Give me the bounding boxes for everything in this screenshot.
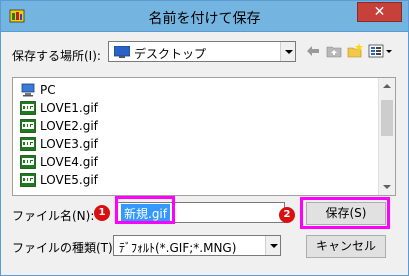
list-item-label: LOVE4.gif bbox=[40, 155, 98, 169]
list-item-label: PC bbox=[40, 83, 56, 97]
dialog-title: 名前を付けて保存 bbox=[148, 11, 261, 27]
save-as-dialog: 名前を付けて保存 ✕ 保存する場所(I): デスクトップ PC LOVE1.gi… bbox=[0, 0, 409, 276]
list-item-label: LOVE1.gif bbox=[40, 101, 98, 115]
file-list-scrollbar[interactable] bbox=[378, 78, 395, 195]
file-list[interactable]: PC LOVE1.gif LOVE2.gif LOVE3.gif LOVE4.g… bbox=[12, 77, 396, 196]
up-folder-icon[interactable] bbox=[326, 43, 342, 59]
dialog-body: 保存する場所(I): デスクトップ PC LOVE1.gif LOVE2.gif… bbox=[7, 32, 402, 270]
close-icon: ✕ bbox=[373, 4, 386, 20]
computer-icon bbox=[20, 83, 36, 97]
chevron-down-icon[interactable] bbox=[265, 236, 280, 255]
new-folder-icon[interactable] bbox=[347, 43, 363, 59]
gif-file-icon bbox=[20, 137, 36, 151]
list-item-label: LOVE2.gif bbox=[40, 119, 98, 133]
title-bar[interactable]: 名前を付けて保存 ✕ bbox=[1, 1, 408, 32]
filename-label: ファイル名(N): bbox=[12, 209, 95, 223]
gif-file-icon bbox=[20, 101, 36, 115]
desktop-icon bbox=[113, 45, 131, 58]
marker-2: 2 bbox=[279, 207, 295, 223]
gif-file-icon bbox=[20, 173, 36, 187]
list-item-label: LOVE5.gif bbox=[40, 173, 98, 187]
filetype-value: ﾃﾞﾌｫﾙﾄ(*.GIF;*.MNG) bbox=[119, 241, 237, 255]
scroll-down-icon[interactable] bbox=[379, 178, 395, 195]
save-location-value: デスクトップ bbox=[134, 47, 207, 61]
gif-file-icon bbox=[20, 155, 36, 169]
save-location-combo[interactable]: デスクトップ bbox=[108, 41, 296, 62]
list-item-label: LOVE3.gif bbox=[40, 137, 98, 151]
gif-file-icon bbox=[20, 119, 36, 133]
back-arrow-icon[interactable] bbox=[305, 43, 321, 59]
scroll-thumb[interactable] bbox=[381, 100, 393, 136]
chevron-down-icon[interactable] bbox=[280, 42, 295, 61]
cancel-button[interactable]: キャンセル bbox=[306, 235, 386, 258]
save-highlight bbox=[300, 197, 390, 229]
scroll-up-icon[interactable] bbox=[379, 78, 395, 95]
filetype-combo[interactable]: ﾃﾞﾌｫﾙﾄ(*.GIF;*.MNG) bbox=[113, 235, 281, 256]
filetype-label: ファイルの種類(T): bbox=[12, 241, 117, 255]
view-menu-icon[interactable] bbox=[368, 43, 394, 59]
marker-1: 1 bbox=[94, 205, 110, 221]
filename-highlight bbox=[115, 196, 175, 224]
save-location-label: 保存する場所(I): bbox=[12, 49, 101, 63]
close-button[interactable]: ✕ bbox=[357, 2, 402, 22]
